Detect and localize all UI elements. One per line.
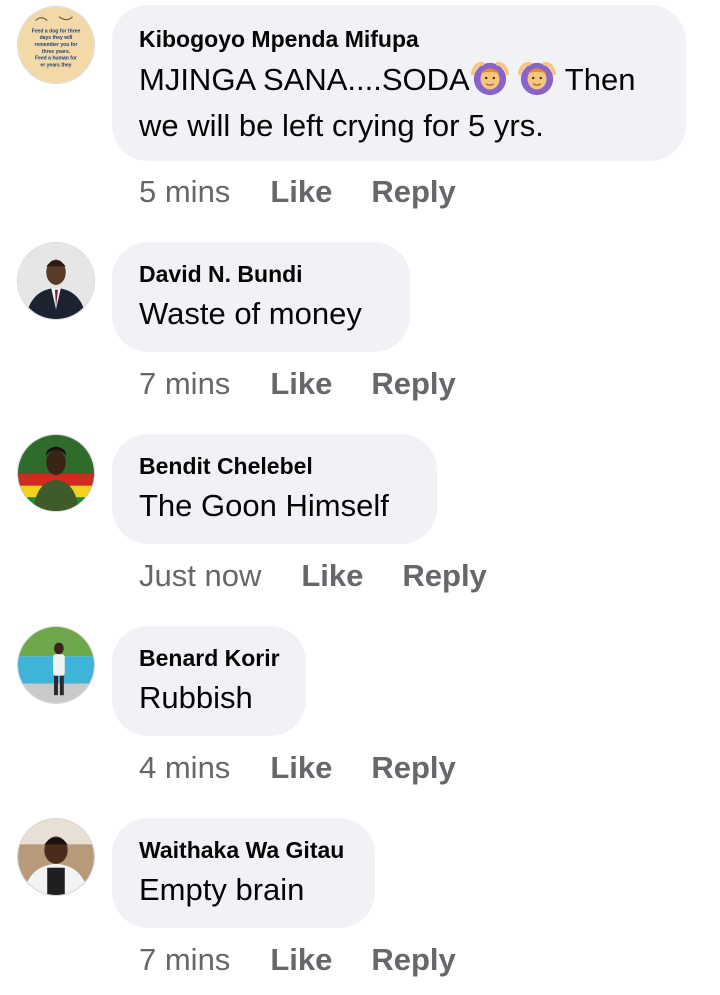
reply-button[interactable]: Reply — [371, 750, 455, 786]
comment-author[interactable]: Kibogoyo Mpenda Mifupa — [139, 25, 658, 53]
reply-button[interactable]: Reply — [371, 174, 455, 210]
comment-text: MJINGA SANA....SODA Then we will be left… — [139, 57, 658, 149]
comment-author[interactable]: Waithaka Wa Gitau — [139, 836, 347, 864]
avatar[interactable] — [17, 434, 95, 512]
comment-timestamp[interactable]: Just now — [139, 558, 261, 594]
comment-text: Empty brain — [139, 872, 305, 907]
svg-text:three years.: three years. — [42, 49, 71, 55]
avatar-image — [18, 243, 94, 319]
comment-author[interactable]: David N. Bundi — [139, 260, 382, 288]
comment-actions: 7 mins Like Reply — [139, 942, 456, 978]
comment-text-line1: MJINGA SANA....SODA Then — [139, 61, 635, 97]
comment-bubble[interactable]: Bendit Chelebel The Goon Himself — [112, 434, 437, 544]
comment-actions: Just now Like Reply — [139, 558, 487, 594]
comment-author[interactable]: Benard Korir — [139, 644, 280, 672]
comment-text: Waste of money — [139, 296, 362, 331]
svg-text:er years they: er years they — [40, 62, 71, 68]
comment-text: Rubbish — [139, 680, 253, 715]
comment-timestamp[interactable]: 4 mins — [139, 750, 230, 786]
avatar[interactable] — [17, 242, 95, 320]
comment-bubble[interactable]: Waithaka Wa Gitau Empty brain — [112, 818, 375, 928]
comment-timestamp[interactable]: 5 mins — [139, 174, 230, 210]
avatar-image — [18, 627, 94, 703]
comment-actions: 5 mins Like Reply — [139, 174, 456, 210]
comment-actions: 7 mins Like Reply — [139, 366, 456, 402]
like-button[interactable]: Like — [270, 750, 332, 786]
comment-author[interactable]: Bendit Chelebel — [139, 452, 409, 480]
comment-text-line2: we will be left crying for 5 yrs. — [139, 108, 544, 143]
svg-text:Feed a human for: Feed a human for — [35, 56, 77, 62]
like-button[interactable]: Like — [301, 558, 363, 594]
svg-text:Feed a dog for three: Feed a dog for three — [32, 28, 81, 34]
comment-bubble[interactable]: Kibogoyo Mpenda Mifupa MJINGA SANA....SO… — [112, 5, 686, 161]
like-button[interactable]: Like — [270, 942, 332, 978]
comment-bubble[interactable]: David N. Bundi Waste of money — [112, 242, 410, 352]
comment-text: The Goon Himself — [139, 488, 389, 523]
avatar[interactable] — [17, 818, 95, 896]
comment-actions: 4 mins Like Reply — [139, 750, 456, 786]
avatar-image — [18, 435, 94, 511]
svg-text:remember you for: remember you for — [35, 42, 78, 48]
reply-button[interactable]: Reply — [371, 366, 455, 402]
reply-button[interactable]: Reply — [402, 558, 486, 594]
like-button[interactable]: Like — [270, 174, 332, 210]
avatar-image: Feed a dog for three days they will reme… — [18, 7, 94, 83]
avatar[interactable] — [17, 626, 95, 704]
comment-bubble[interactable]: Benard Korir Rubbish — [112, 626, 306, 736]
person-gesturing-ok-icon — [517, 61, 556, 95]
avatar[interactable]: Feed a dog for three days they will reme… — [17, 6, 95, 84]
comment-timestamp[interactable]: 7 mins — [139, 942, 230, 978]
comment-timestamp[interactable]: 7 mins — [139, 366, 230, 402]
like-button[interactable]: Like — [270, 366, 332, 402]
person-gesturing-ok-icon — [470, 61, 509, 95]
reply-button[interactable]: Reply — [371, 942, 455, 978]
svg-text:days they will: days they will — [40, 35, 73, 41]
avatar-image — [18, 819, 94, 895]
